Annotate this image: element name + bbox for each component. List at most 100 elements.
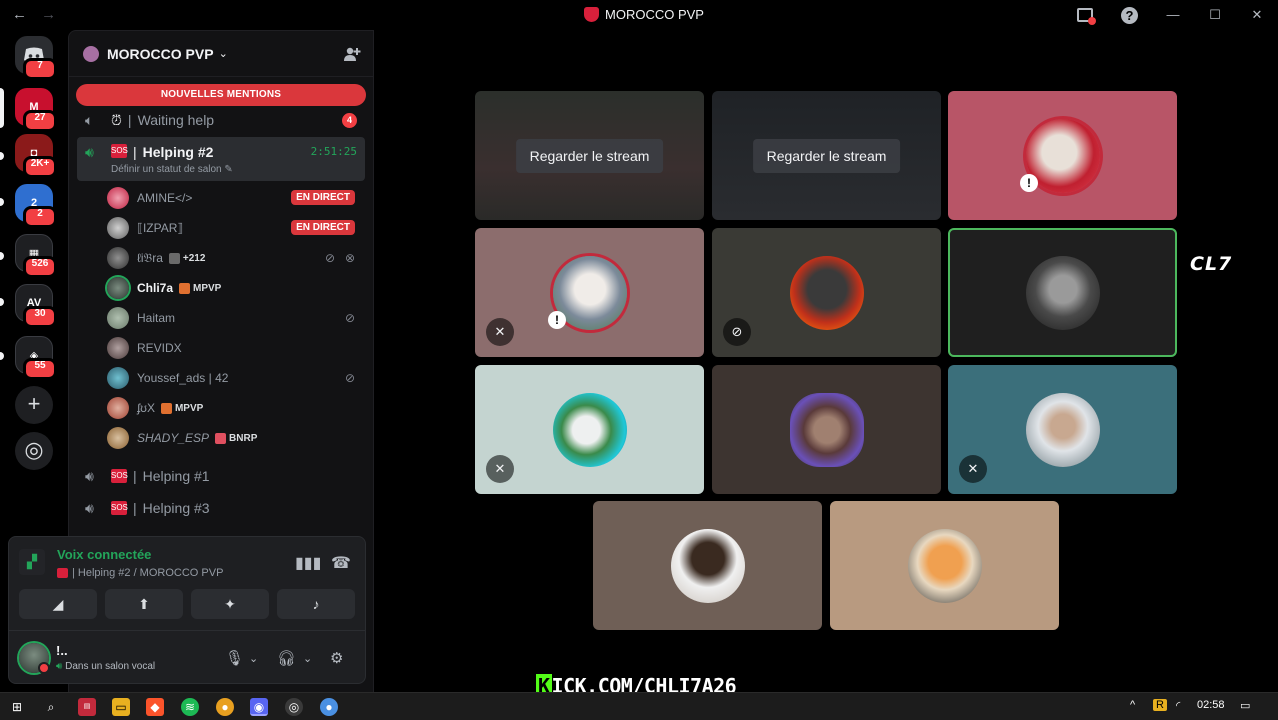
camera-button[interactable]: ◢ (19, 589, 97, 619)
explore-icon[interactable]: ◎ (15, 432, 53, 470)
voice-member-row[interactable]: REVIDX (107, 335, 359, 361)
server-4[interactable]: 2 2 (15, 184, 57, 228)
unread-pill (0, 198, 4, 206)
disconnect-icon[interactable]: ☎︎ (331, 553, 351, 573)
member-server-tag: MPVP (179, 282, 221, 294)
inbox-icon[interactable] (1077, 8, 1096, 25)
warning-icon: ! (1020, 174, 1038, 192)
microphone-icon[interactable]: 🎙︎ (225, 649, 244, 667)
participant-tile[interactable]: ⊘ (712, 228, 941, 357)
live-badge: EN DIRECT (291, 220, 355, 235)
participant-tile[interactable]: ! (948, 91, 1177, 220)
participant-tile[interactable] (712, 365, 941, 494)
voice-channel-path[interactable]: | Helping #2 / MOROCCO PVP (57, 567, 223, 579)
headphones-icon[interactable]: 🎧︎ (277, 649, 296, 667)
guild-header[interactable]: MOROCCO PVP ⌄ (69, 31, 373, 77)
wifi-icon[interactable]: ◜ (1176, 699, 1180, 712)
participant-avatar (1025, 392, 1100, 467)
participant-tile[interactable]: ✕ (948, 365, 1177, 494)
discord-taskbar-icon[interactable]: ◉ (250, 698, 268, 716)
guild-name: MOROCCO PVP (107, 45, 214, 62)
server-3[interactable]: ◘ 2K+ (15, 134, 57, 178)
voice-member-row[interactable]: Haitam ⊘ (107, 305, 359, 331)
participant-avatar (670, 528, 745, 603)
channel-helping-3[interactable]: 🔊︎ SOS | Helping #3 (77, 493, 365, 523)
back-arrow-icon[interactable]: ← (12, 6, 27, 23)
stream-tile[interactable]: Regarder le stream (475, 91, 704, 220)
member-server-tag: BNRP (215, 432, 257, 444)
noise-suppression-icon[interactable]: ▮▮▮ (295, 553, 321, 573)
obs-icon[interactable]: ◎ (285, 698, 303, 716)
channel-name: Helping #1 (142, 468, 210, 484)
maximize-icon[interactable]: ☐ (1208, 8, 1222, 22)
mic-chevron-icon[interactable]: ⌄ (249, 652, 258, 665)
windows-start-icon[interactable]: ⊞ (8, 698, 26, 716)
screen-share-button[interactable]: ⬆ (105, 589, 183, 619)
voice-member-row[interactable]: Youssef_ads | 42 ⊘ (107, 365, 359, 391)
cl7-overlay-text: CL7 (1190, 253, 1233, 275)
voice-member-row[interactable]: ʄʊX MPVP (107, 395, 359, 421)
file-explorer-icon[interactable]: ▭ (112, 698, 130, 716)
unread-badge: 2K+ (23, 156, 57, 178)
minimize-icon[interactable]: — (1166, 8, 1180, 22)
unread-badge: 27 (23, 110, 57, 132)
set-channel-status[interactable]: Définir un statut de salon ✎ (111, 164, 233, 175)
chrome-icon[interactable]: ● (216, 698, 234, 716)
tag-badge-icon (168, 252, 180, 264)
invite-people-icon[interactable] (343, 45, 361, 63)
channel-helping-1[interactable]: 🔊︎ SOS | Helping #1 (77, 461, 365, 491)
member-name: ℓi𝔅ra (137, 250, 163, 265)
search-icon[interactable]: ⌕ (42, 698, 60, 716)
participant-tile[interactable] (830, 501, 1059, 630)
participant-avatar (789, 255, 864, 330)
spotify-icon[interactable]: ≋ (181, 698, 199, 716)
add-server-icon[interactable]: + (15, 386, 53, 424)
home-button[interactable]: 7 (15, 36, 57, 80)
participant-tile[interactable]: ✕ (475, 365, 704, 494)
deafened-icon: ⊗ (344, 251, 355, 265)
watch-stream-button[interactable]: Regarder le stream (752, 138, 901, 173)
channel-waiting-help[interactable]: 🔈︎ ⏰︎ | Waiting help 4 (77, 105, 365, 135)
channel-helping-2[interactable]: 🔊︎ SOS | Helping #2 2:51:25 Définir un s… (77, 137, 365, 181)
app-icon[interactable]: ▤ (78, 698, 96, 716)
clock[interactable]: 02:58 (1197, 699, 1225, 711)
watch-stream-button[interactable]: Regarder le stream (515, 138, 664, 173)
notification-icon[interactable]: ▭ (1240, 699, 1250, 712)
new-mentions-banner[interactable]: NOUVELLES MENTIONS (76, 84, 366, 106)
server-morocco-pvp[interactable]: M 27 (15, 88, 57, 132)
voice-member-row[interactable]: Chli7a MPVP (107, 275, 359, 301)
participant-tile[interactable] (593, 501, 822, 630)
participant-tile-speaking[interactable] (948, 228, 1177, 357)
participant-tile[interactable]: ! ✕ (475, 228, 704, 357)
chevron-down-icon[interactable]: ⌄ (219, 47, 228, 60)
stream-tile[interactable]: Regarder le stream (712, 91, 941, 220)
username[interactable]: !.. (56, 643, 68, 658)
activities-button[interactable]: ✦ (191, 589, 269, 619)
voice-member-row[interactable]: AMINE</> EN DIRECT (107, 185, 359, 211)
divider (9, 630, 365, 631)
chrome-alt-icon[interactable]: ● (320, 698, 338, 716)
member-name: Youssef_ads | 42 (137, 371, 229, 385)
tray-chevron-icon[interactable]: ^ (1130, 699, 1135, 711)
tray-app-icon[interactable]: R (1153, 699, 1167, 711)
forward-arrow-icon[interactable]: → (41, 6, 56, 23)
member-avatar (107, 367, 129, 389)
voice-user-panel: ▞ Voix connectée | Helping #2 / MOROCCO … (8, 536, 366, 684)
voice-member-row[interactable]: ℓi𝔅ra +212 ⊘ ⊗ (107, 245, 359, 271)
settings-gear-icon[interactable]: ⚙︎ (330, 649, 343, 667)
voice-timer: 2:51:25 (310, 145, 357, 158)
server-6[interactable]: AV 30 (15, 284, 57, 328)
voice-member-row[interactable]: ⟦IZPAR⟧ EN DIRECT (107, 215, 359, 241)
server-7[interactable]: ◈ 55 (15, 336, 57, 380)
brave-browser-icon[interactable]: ◆ (146, 698, 164, 716)
voice-member-row[interactable]: SHADY_ESP BNRP (107, 425, 359, 451)
tag-badge-icon (179, 282, 191, 294)
soundboard-button[interactable]: ♪ (277, 589, 355, 619)
headphones-chevron-icon[interactable]: ⌄ (303, 652, 312, 665)
member-name: ʄʊX (137, 401, 155, 415)
voice-connected-label[interactable]: Voix connectée (57, 547, 151, 562)
server-5[interactable]: ▦ 526 (15, 234, 57, 278)
help-icon[interactable]: ? (1121, 6, 1138, 24)
voice-signal-icon[interactable]: ▞ (19, 549, 45, 575)
close-icon[interactable]: ✕ (1250, 8, 1264, 22)
